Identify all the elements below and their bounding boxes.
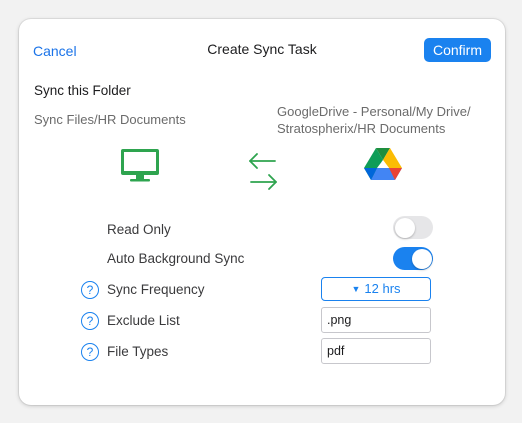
dialog-header: Cancel Create Sync Task Confirm [19,19,505,81]
auto-background-sync-label: Auto Background Sync [107,251,245,266]
file-types-help-icon[interactable]: ? [81,343,99,361]
read-only-toggle[interactable] [393,216,433,239]
toggle-knob [411,248,432,269]
local-folder-path: Sync Files/HR Documents [34,112,186,127]
chevron-down-icon: ▼ [351,284,361,294]
read-only-label: Read Only [107,222,171,237]
sync-frequency-help-icon[interactable]: ? [81,281,99,299]
file-types-label: File Types [107,344,169,359]
sync-frequency-label: Sync Frequency [107,282,205,297]
monitor-icon [121,149,159,182]
remote-path-line-1: GoogleDrive - Personal/My Drive/ [277,104,471,119]
remote-folder-path: GoogleDrive - Personal/My Drive/ Stratos… [277,103,497,137]
sync-frequency-select[interactable]: ▼ 12 hrs [321,277,431,301]
remote-path-line-2: Stratospherix/HR Documents [277,121,446,136]
sync-frequency-value: 12 hrs [364,281,401,296]
confirm-button[interactable]: Confirm [423,38,491,62]
exclude-list-label: Exclude List [107,313,180,328]
google-drive-icon [364,148,402,180]
create-sync-task-dialog: Cancel Create Sync Task Confirm Sync thi… [19,19,505,405]
sync-arrows-icon [249,153,277,190]
file-types-input[interactable] [321,338,431,364]
exclude-list-input[interactable] [321,307,431,333]
exclude-list-help-icon[interactable]: ? [81,312,99,330]
toggle-knob [394,217,415,238]
auto-background-sync-toggle[interactable] [393,247,433,270]
section-label: Sync this Folder [34,83,131,98]
